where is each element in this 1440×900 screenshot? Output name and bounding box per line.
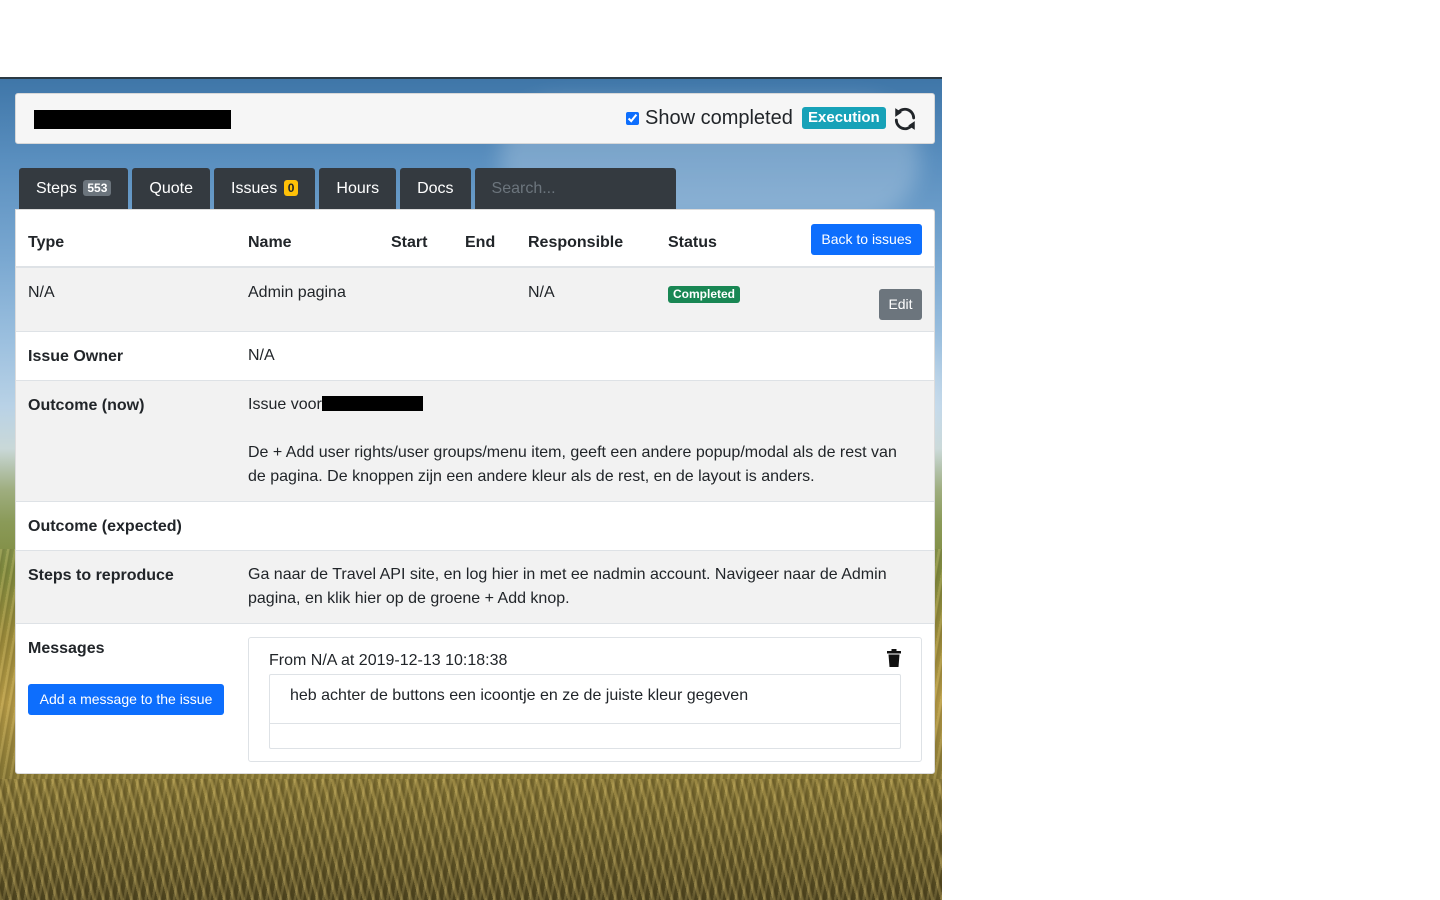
show-completed-label: Show completed (645, 107, 793, 129)
outcome-now-row: Outcome (now) Issue voor De + Add user r… (16, 381, 934, 502)
status-badge: Completed (668, 286, 741, 303)
column-header-start: Start (391, 234, 428, 251)
outcome-now-value: Issue voor De + Add user rights/user gro… (248, 393, 918, 489)
messages-label: Messages (28, 640, 105, 657)
outcome-expected-row: Outcome (expected) (16, 502, 934, 551)
trash-icon[interactable] (886, 649, 902, 667)
tab-label: Steps (36, 180, 77, 197)
column-header-end: End (465, 234, 496, 251)
issue-owner-value: N/A (248, 347, 275, 364)
column-header-responsible: Responsible (528, 234, 624, 251)
issues-count-badge: 0 (283, 180, 299, 196)
issue-panel: Type Name Start End Responsible Status B… (15, 209, 935, 774)
project-header: Show completed Execution (15, 93, 935, 144)
tab-bar: Steps 553 Quote Issues 0 Hours Docs (19, 168, 676, 209)
column-header-type: Type (28, 234, 65, 251)
message-card: From N/A at 2019-12-13 10:18:38 heb acht… (248, 637, 922, 762)
tab-issues[interactable]: Issues 0 (214, 168, 316, 209)
message-text: heb achter de buttons een icoontje en ze… (290, 687, 749, 704)
edit-button[interactable]: Edit (879, 289, 922, 320)
tab-hours[interactable]: Hours (319, 168, 397, 209)
tab-label: Issues (231, 180, 278, 197)
tab-label: Docs (417, 180, 454, 197)
redacted-text (321, 396, 423, 411)
show-completed-toggle[interactable]: Show completed (626, 107, 793, 130)
search-container (474, 168, 676, 209)
outcome-now-text: De + Add user rights/user groups/menu it… (248, 444, 897, 485)
steps-to-reproduce-row: Steps to reproduce Ga naar de Travel API… (16, 551, 934, 624)
tab-quote[interactable]: Quote (132, 168, 210, 209)
message-header: From N/A at 2019-12-13 10:18:38 (269, 652, 508, 669)
back-to-issues-button[interactable]: Back to issues (811, 224, 922, 255)
outcome-now-prefix: Issue voor (248, 396, 322, 413)
column-header-name: Name (248, 234, 292, 251)
tab-docs[interactable]: Docs (400, 168, 471, 209)
table-row: N/A Admin pagina N/A Completed Edit (16, 268, 934, 332)
show-completed-checkbox[interactable] (626, 112, 639, 125)
issue-owner-row: Issue Owner N/A (16, 332, 934, 381)
tab-steps[interactable]: Steps 553 (19, 168, 129, 209)
search-input[interactable] (491, 168, 659, 209)
redacted-project-title (34, 110, 231, 129)
steps-to-reproduce-label: Steps to reproduce (28, 567, 174, 584)
table-header: Type Name Start End Responsible Status B… (16, 210, 934, 268)
outcome-now-label: Outcome (now) (28, 397, 145, 414)
issue-name: Admin pagina (248, 284, 346, 301)
phase-badge: Execution (802, 107, 886, 129)
issue-owner-label: Issue Owner (28, 348, 124, 365)
issue-type: N/A (28, 284, 55, 301)
issue-responsible: N/A (528, 284, 555, 301)
add-message-button[interactable]: Add a message to the issue (28, 684, 224, 715)
message-footer-divider (270, 723, 900, 724)
refresh-icon[interactable] (892, 106, 918, 132)
column-header-status: Status (668, 234, 717, 251)
message-body: heb achter de buttons een icoontje en ze… (269, 674, 901, 749)
steps-to-reproduce-text: Ga naar de Travel API site, en log hier … (248, 566, 887, 607)
outcome-expected-label: Outcome (expected) (28, 518, 182, 535)
tab-label: Quote (149, 180, 193, 197)
tab-label: Hours (336, 180, 380, 197)
steps-count-badge: 553 (83, 180, 112, 196)
